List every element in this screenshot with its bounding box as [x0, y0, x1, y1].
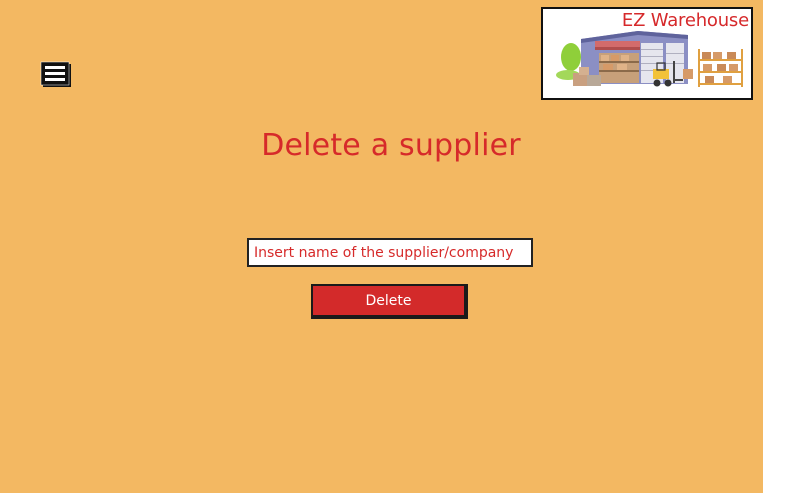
menu-button[interactable] [40, 61, 72, 88]
warehouse-logo: EZ Warehouse [541, 7, 753, 100]
page-title: Delete a supplier [261, 128, 521, 163]
brand-title: EZ Warehouse [621, 10, 749, 31]
menu-icon [40, 61, 71, 87]
delete-button[interactable]: Delete [311, 284, 468, 319]
supplier-name-input[interactable] [247, 238, 533, 267]
main-panel: EZ Warehouse Delete a supplier Delete [0, 0, 763, 493]
